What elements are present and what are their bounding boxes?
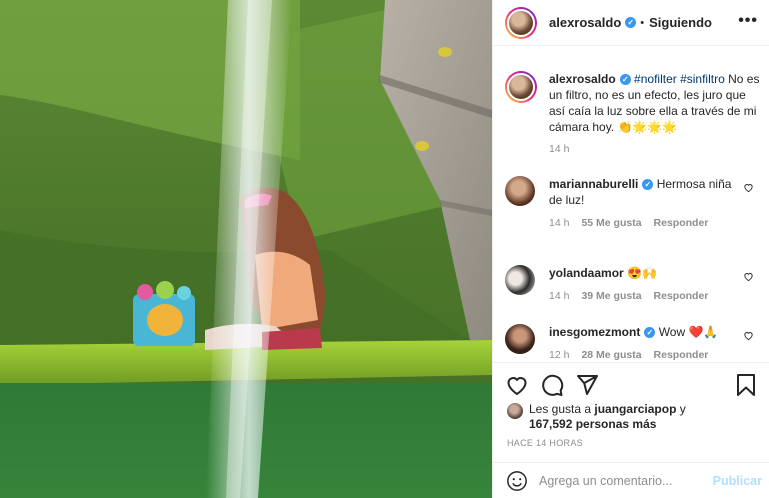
caption-avatar[interactable]	[505, 71, 537, 103]
commenter-avatar[interactable]	[505, 324, 535, 354]
publish-button[interactable]: Publicar	[713, 474, 762, 488]
comment-username[interactable]: inesgomezmont	[549, 325, 640, 339]
comment-icon[interactable]	[540, 373, 564, 397]
share-icon[interactable]	[575, 373, 599, 397]
heart-icon[interactable]	[505, 373, 529, 397]
liker-avatar[interactable]	[507, 403, 523, 419]
comment-username[interactable]: yolandaamor	[549, 266, 624, 280]
comment-input[interactable]: Agrega un comentario...	[539, 474, 672, 488]
comment-item: yolandaamor 😍🙌 14 h 39 Me gusta Responder	[505, 265, 760, 302]
photo-girl-in-light-beam	[0, 0, 492, 498]
comment-likes[interactable]: 55 Me gusta	[581, 217, 641, 229]
post-header: alexrosaldo ✓ • Siguiendo •••	[493, 0, 769, 46]
bookmark-icon[interactable]	[734, 373, 758, 397]
add-comment-bar: Agrega un comentario... Publicar	[493, 462, 769, 498]
comment-meta: 14 h 55 Me gusta Responder	[549, 217, 760, 229]
comment-meta: 12 h 28 Me gusta Responder	[549, 349, 760, 361]
likes-summary: Les gusta a juangarciapop y 167,592 pers…	[507, 402, 762, 432]
comment-likes[interactable]: 39 Me gusta	[581, 290, 641, 302]
post-actions-bar	[493, 362, 769, 406]
likes-prefix: Les gusta a	[529, 402, 592, 416]
post-caption: alexrosaldo ✓ #nofilter #sinfiltro No es …	[505, 71, 760, 155]
comment-likes[interactable]: 28 Me gusta	[581, 349, 641, 361]
author-username[interactable]: alexrosaldo	[549, 15, 621, 30]
emoji-icon[interactable]	[506, 470, 528, 492]
comment-username[interactable]: mariannaburelli	[549, 177, 638, 191]
caption-username[interactable]: alexrosaldo	[549, 72, 616, 86]
comment-like-heart-icon[interactable]	[743, 182, 754, 193]
commenter-avatar[interactable]	[505, 176, 535, 206]
reply-button[interactable]: Responder	[654, 217, 709, 229]
verified-badge-icon: ✓	[625, 17, 637, 28]
post-time-ago[interactable]: HACE 14 HORAS	[507, 438, 583, 448]
likes-joiner: y	[679, 402, 686, 416]
comment-time[interactable]: 14 h	[549, 290, 569, 302]
liker-username[interactable]: juangarciapop	[594, 402, 676, 416]
more-horizontal-icon[interactable]: •••	[738, 12, 758, 30]
post-photo[interactable]	[0, 0, 492, 498]
comment-item: inesgomezmont ✓ Wow ❤️🙏 12 h 28 Me gusta Re…	[505, 324, 760, 361]
follow-status-button[interactable]: Siguiendo	[649, 15, 712, 30]
comment-like-heart-icon[interactable]	[743, 330, 754, 341]
header-separator: •	[640, 16, 645, 29]
comment-time[interactable]: 14 h	[549, 217, 569, 229]
instagram-post-window: alexrosaldo ✓ • Siguiendo ••• alexrosald…	[0, 0, 769, 498]
author-avatar[interactable]	[505, 6, 537, 39]
comments-scroll[interactable]: alexrosaldo ✓ #nofilter #sinfiltro No es …	[493, 55, 769, 361]
comment-time[interactable]: 12 h	[549, 349, 569, 361]
verified-badge-icon: ✓	[644, 327, 656, 338]
commenter-avatar[interactable]	[505, 265, 535, 295]
verified-badge-icon: ✓	[642, 179, 654, 190]
comment-meta: 14 h 39 Me gusta Responder	[549, 290, 760, 302]
post-side-panel: alexrosaldo ✓ • Siguiendo ••• alexrosald…	[492, 0, 769, 498]
verified-badge-icon: ✓	[619, 74, 631, 85]
likes-count[interactable]: 167,592 personas más	[529, 417, 656, 431]
caption-hashtags[interactable]: #nofilter #sinfiltro	[634, 72, 725, 86]
caption-time[interactable]: 14 h	[549, 143, 760, 155]
reply-button[interactable]: Responder	[654, 290, 709, 302]
comment-like-heart-icon[interactable]	[743, 271, 754, 282]
comment-text: Wow ❤️🙏	[658, 325, 719, 339]
comment-item: mariannaburelli ✓ Hermosa niña de luz! 14…	[505, 176, 760, 229]
comment-text: 😍🙌	[627, 266, 657, 280]
reply-button[interactable]: Responder	[654, 349, 709, 361]
